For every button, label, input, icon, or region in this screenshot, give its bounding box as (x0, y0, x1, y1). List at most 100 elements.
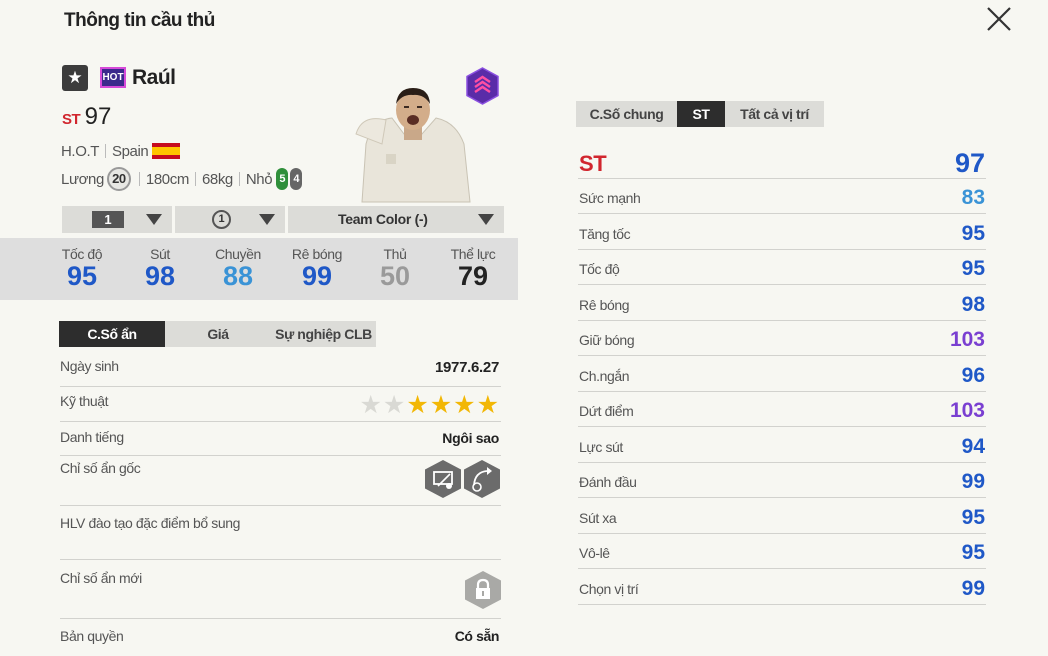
player-ovr: 97 (84, 103, 112, 130)
star-icon: ★ (406, 391, 429, 419)
tab-price[interactable]: Giá (165, 321, 271, 347)
stat-value: 103 (949, 399, 985, 422)
stat-value: 95 (961, 505, 985, 529)
star-icon: ★ (476, 391, 499, 419)
birthdate-row: Ngày sinh 1977.6.27 (60, 356, 501, 387)
stat-pace: Tốc độ 95 (61, 246, 103, 291)
chevron-down-icon (478, 214, 494, 225)
close-button[interactable] (984, 4, 1014, 34)
tab-position-st[interactable]: ST (677, 101, 725, 127)
season-nation-line: H.O.T Spain (61, 143, 181, 160)
birthdate-value: 1977.6.27 (434, 359, 499, 376)
close-icon (987, 7, 1011, 31)
spain-flag-icon (152, 143, 181, 159)
stat-dribbling: Rê bóng 99 (291, 246, 343, 291)
original-traits-label: Chỉ số ẩn gốc (60, 460, 141, 476)
stat-row-long-shots: Sút xa 95 (578, 499, 986, 534)
original-traits-row: Chỉ số ẩn gốc (60, 457, 501, 506)
tab-club-career[interactable]: Sự nghiệp CLB (271, 321, 376, 347)
height-value: 180cm (145, 170, 189, 188)
coach-traits-row: HLV đào tạo đặc điểm bổ sung (60, 513, 501, 560)
tab-general-stats[interactable]: C.Số chung (576, 101, 677, 127)
stat-passing: Chuyền 88 (215, 246, 261, 291)
stat-value: 99 (961, 576, 985, 600)
stat-label: Rê bóng (579, 296, 630, 313)
physical-info-line: Lương 20 180cm 68kg Nhỏ 5 4 (61, 167, 303, 191)
stat-row-positioning: Chọn vị trí 99 (578, 570, 986, 605)
chevron-down-icon (146, 214, 162, 225)
stat-row-dribbling: Rê bóng 98 (578, 286, 986, 321)
stat-defending: Thủ 50 (379, 246, 411, 291)
favorite-star-button[interactable]: ★ (62, 65, 88, 91)
stat-label: Ch.ngắn (579, 367, 630, 384)
stat-label: Giữ bóng (579, 332, 635, 348)
body-type-value: Nhỏ (245, 170, 273, 188)
right-foot-badge: 4 (290, 168, 303, 190)
stat-value: 103 (949, 328, 985, 351)
stat-row-strength: Sức mạnh 83 (578, 179, 986, 214)
new-traits-row: Chỉ số ẩn mới (60, 567, 501, 619)
summary-stats: Tốc độ 95 Sút 98 Chuyền 88 Rê bóng 99 Th… (0, 238, 518, 300)
salary-badge: 20 (106, 167, 131, 191)
left-tab-bar: C.Số ẩn Giá Sự nghiệp CLB (59, 321, 376, 347)
stat-physical: Thể lực 79 (450, 246, 496, 291)
team-level-badge: 1 (212, 210, 231, 229)
stat-value: 95 (961, 257, 985, 280)
stat-row-finishing: Dứt điểm 103 (578, 392, 986, 427)
stat-label: Sức mạnh (579, 190, 641, 206)
stat-row-short-passing: Ch.ngắn 96 (578, 357, 986, 392)
page-title: Thông tin cầu thủ (64, 10, 215, 31)
stat-label: Sút xa (579, 509, 617, 526)
upgrade-level-badge: 1 (92, 211, 124, 228)
goal-finesse-trait-icon[interactable] (424, 459, 462, 499)
stat-row-acceleration: Tăng tốc 95 (578, 215, 986, 250)
team-color-value: Team Color (-) (338, 211, 428, 227)
license-value: Có sẵn (454, 628, 500, 644)
team-color-select[interactable]: Team Color (-) (288, 206, 504, 233)
skill-label: Kỹ thuật (60, 393, 109, 409)
stat-value: 83 (961, 186, 985, 209)
stat-value: 95 (961, 541, 985, 564)
salary-label: Lương (61, 170, 104, 188)
player-photo (355, 88, 471, 203)
coach-traits-label: HLV đào tạo đặc điểm bổ sung (60, 515, 241, 531)
player-name: Raúl (132, 66, 176, 89)
star-icon: ★ (359, 391, 382, 419)
nation-label: Spain (112, 143, 149, 160)
license-row: Bản quyền Có sẵn (60, 627, 501, 651)
birthdate-label: Ngày sinh (60, 358, 119, 374)
right-tab-bar: C.Số chung ST Tất cả vị trí (576, 101, 824, 127)
reputation-value: Ngôi sao (442, 430, 499, 446)
license-label: Bản quyền (60, 628, 124, 644)
stat-label: Dứt điểm (579, 403, 634, 419)
season-badge: HOT (100, 67, 126, 88)
weight-value: 68kg (201, 170, 233, 188)
stat-row-shot-power: Lực sút 94 (578, 428, 986, 463)
skill-stars: ★ ★ ★ ★ ★ ★ (359, 393, 499, 418)
stat-label: Chọn vị trí (579, 580, 639, 597)
position-label: ST (579, 151, 607, 176)
stat-row-volleys: Vô-lê 95 (578, 534, 986, 569)
stat-value: 96 (961, 363, 985, 387)
stat-value: 99 (961, 470, 985, 493)
tab-hidden-stats[interactable]: C.Số ẩn (59, 321, 165, 347)
reputation-label: Danh tiếng (60, 429, 124, 445)
new-traits-label: Chỉ số ẩn mới (60, 570, 142, 586)
stat-value: 98 (961, 292, 985, 316)
stat-row-heading: Đánh đầu 99 (578, 463, 986, 498)
stat-shooting: Sút 98 (144, 246, 176, 291)
reputation-row: Danh tiếng Ngôi sao (60, 427, 501, 456)
upgrade-level-select[interactable]: 1 (62, 206, 172, 233)
team-level-select[interactable]: 1 (175, 206, 285, 233)
season-label: H.O.T (61, 143, 99, 160)
ball-dribble-trait-icon[interactable] (463, 459, 501, 499)
position-stat-head: ST 97 (578, 147, 986, 179)
stat-value: 95 (961, 221, 985, 245)
stat-label: Tăng tốc (579, 225, 631, 242)
stat-row-ball-control: Giữ bóng 103 (578, 321, 986, 356)
lock-icon (465, 571, 501, 609)
tab-all-positions[interactable]: Tất cả vị trí (725, 101, 824, 127)
star-icon: ★ (382, 391, 406, 419)
stat-label: Lực sút (579, 438, 623, 455)
stat-row-sprint-speed: Tốc độ 95 (578, 250, 986, 285)
